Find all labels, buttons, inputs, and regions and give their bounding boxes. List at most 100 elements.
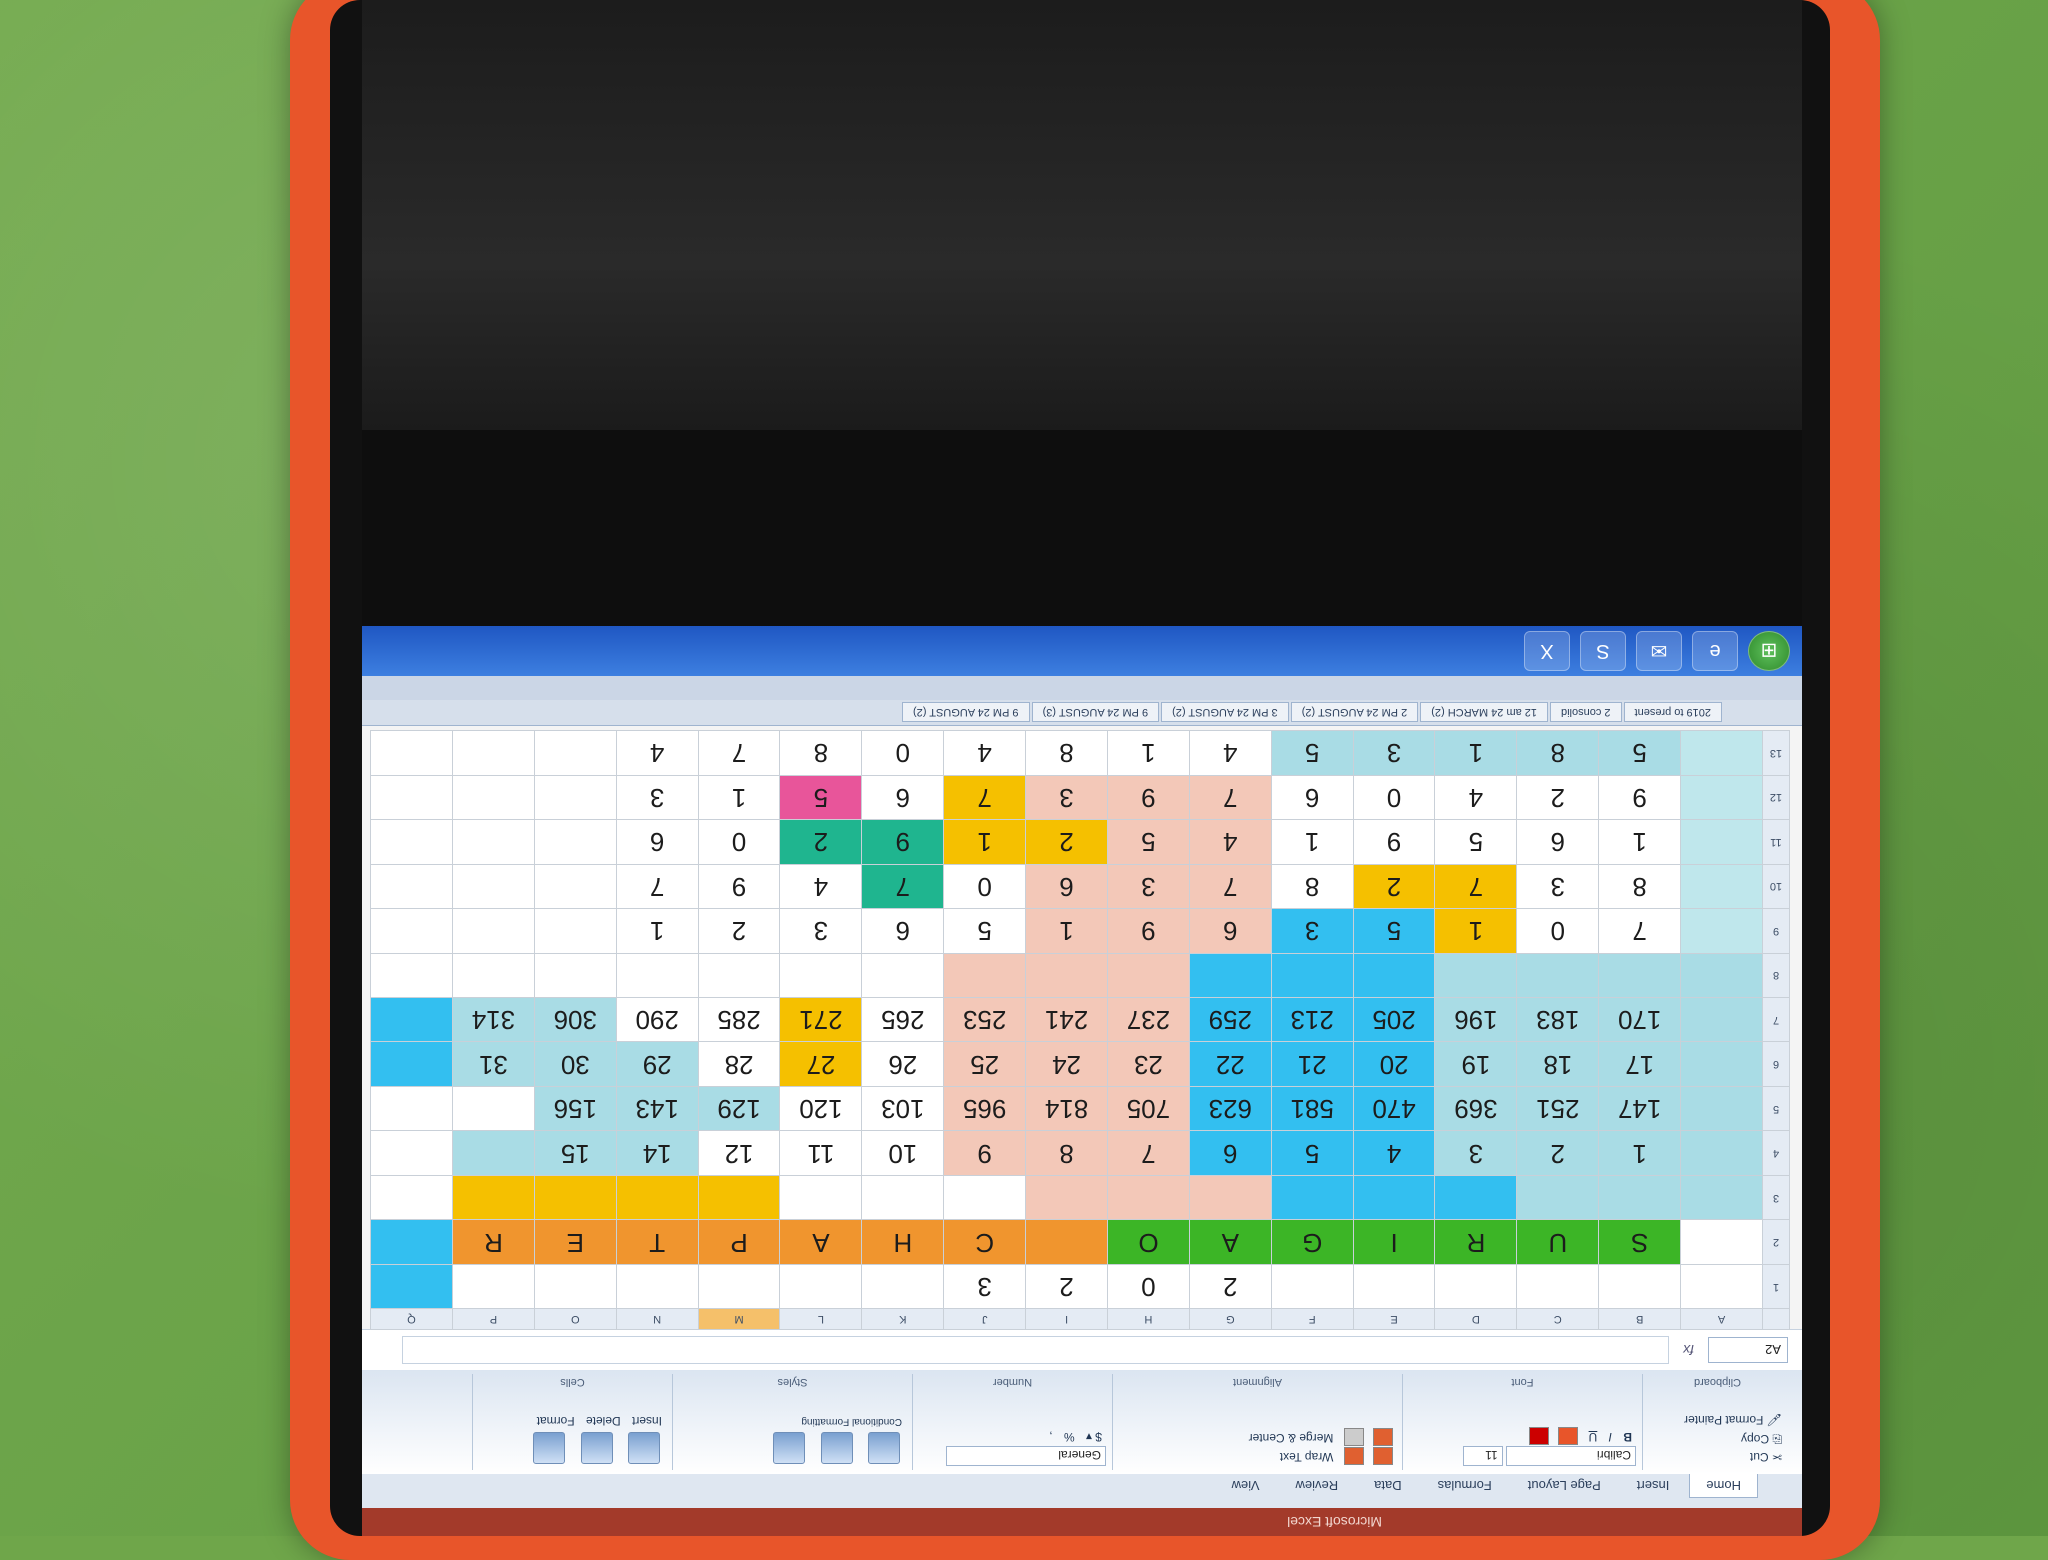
cell[interactable]: 30 [534,1041,617,1087]
cell[interactable]: 7 [698,730,780,776]
excel-icon[interactable]: X [1524,631,1570,671]
font-color-icon[interactable] [1528,1427,1549,1446]
cell[interactable] [1271,1175,1354,1220]
cell[interactable]: 6 [861,775,944,820]
cell[interactable]: 20 [1353,1041,1435,1087]
cell[interactable]: H [861,1219,944,1265]
cell[interactable]: 7 [943,775,1026,820]
cell[interactable]: 623 [1189,1086,1272,1131]
cell[interactable] [1598,1175,1681,1220]
cell[interactable]: A [780,1219,862,1265]
cell[interactable]: 183 [1516,997,1599,1042]
cell[interactable]: 5 [1353,908,1435,954]
cell[interactable]: 0 [1516,908,1599,954]
tab-review[interactable]: Review [1280,1474,1355,1497]
cell[interactable] [1516,1264,1599,1309]
cell[interactable] [616,953,699,998]
row-header[interactable]: 2 [1762,1219,1790,1265]
column-header[interactable]: K [861,1308,944,1330]
cell[interactable] [370,1041,453,1087]
cell[interactable] [534,730,617,776]
tab-view[interactable]: View [1216,1474,1276,1497]
cell[interactable]: 4 [780,864,862,909]
delete-cells-icon[interactable] [580,1432,613,1464]
cell[interactable]: 8 [1598,864,1681,909]
cell[interactable]: 29 [616,1041,699,1087]
cell[interactable]: 9 [861,819,944,865]
column-header[interactable]: E [1353,1308,1435,1330]
cell[interactable] [1189,953,1272,998]
cell[interactable] [370,1219,453,1265]
cell[interactable]: 5 [1107,819,1190,865]
cell[interactable]: 1 [1435,730,1517,776]
cell[interactable]: 2 [1025,1264,1108,1309]
cell[interactable] [1353,953,1435,998]
format-as-table-icon[interactable] [820,1432,853,1464]
cell[interactable]: C [943,1219,1026,1265]
cell[interactable] [780,1264,862,1309]
tab-formulas[interactable]: Formulas [1422,1474,1508,1497]
row-header[interactable]: 4 [1762,1130,1790,1176]
cell[interactable] [452,730,535,776]
cell[interactable]: 12 [698,1130,780,1176]
cell[interactable]: A [1189,1219,1272,1265]
column-header[interactable]: F [1271,1308,1354,1330]
align-icon[interactable] [1373,1447,1393,1466]
cell[interactable] [1271,1264,1354,1309]
cell[interactable]: 6 [1025,864,1108,909]
conditional-formatting-button[interactable]: Conditional Formatting [801,1416,902,1427]
cell[interactable]: 1 [698,775,780,820]
cell[interactable] [1107,1175,1190,1220]
cell[interactable] [452,908,535,954]
cell[interactable]: 14 [616,1130,699,1176]
conditional-formatting-icon[interactable] [868,1432,900,1464]
row-header[interactable]: 9 [1762,908,1790,954]
cell[interactable]: 705 [1107,1086,1190,1131]
cell[interactable]: 6 [1516,819,1599,865]
cell[interactable] [780,1175,862,1220]
cell-styles-icon[interactable] [773,1432,806,1464]
cell[interactable]: 259 [1189,997,1272,1042]
cell[interactable]: 1 [1435,908,1517,954]
cell[interactable]: 19 [1435,1041,1517,1087]
cell[interactable]: 7 [1107,1130,1190,1176]
cell[interactable]: 7 [616,864,699,909]
cell[interactable] [452,1264,535,1309]
cell[interactable] [452,1175,535,1220]
cell[interactable] [616,1175,699,1220]
cell[interactable]: 3 [1516,864,1599,909]
cell[interactable] [1598,953,1681,998]
cell[interactable]: 271 [780,997,862,1042]
column-header[interactable]: D [1435,1308,1517,1330]
cell[interactable]: 11 [780,1130,862,1176]
cell[interactable] [1025,1175,1108,1220]
cell[interactable]: 6 [1271,775,1354,820]
cell[interactable]: R [1435,1219,1517,1265]
cell[interactable]: 3 [1353,730,1435,776]
sheet-tab[interactable]: 9 PM 24 AUGUST (3) [1031,702,1160,723]
cell[interactable] [1435,1175,1517,1220]
cell[interactable]: 1 [1025,908,1108,954]
cell[interactable]: 15 [534,1130,617,1176]
cell[interactable]: 10 [861,1130,944,1176]
cell[interactable]: G [1271,1219,1354,1265]
cell[interactable] [1435,953,1517,998]
cell[interactable]: 213 [1271,997,1354,1042]
percent-button[interactable]: % [1064,1430,1075,1444]
cell[interactable]: 7 [861,864,944,909]
cell[interactable] [370,1130,453,1176]
cell[interactable]: 2 [1516,1130,1599,1176]
cell[interactable]: 4 [943,730,1026,776]
internet-explorer-icon[interactable]: e [1692,631,1738,671]
copy-button[interactable]: ⎘ Copy [1741,1431,1782,1446]
cell[interactable] [370,775,453,820]
cell[interactable]: 5 [1435,819,1517,865]
cell[interactable]: 27 [780,1041,862,1087]
cell[interactable]: 8 [1271,864,1354,909]
column-header[interactable]: C [1516,1308,1599,1330]
delete-button[interactable]: Delete [586,1414,621,1428]
cell[interactable] [370,1264,453,1309]
row-header[interactable]: 6 [1762,1041,1790,1087]
cell[interactable]: 965 [943,1086,1026,1131]
cell[interactable] [1680,997,1763,1042]
